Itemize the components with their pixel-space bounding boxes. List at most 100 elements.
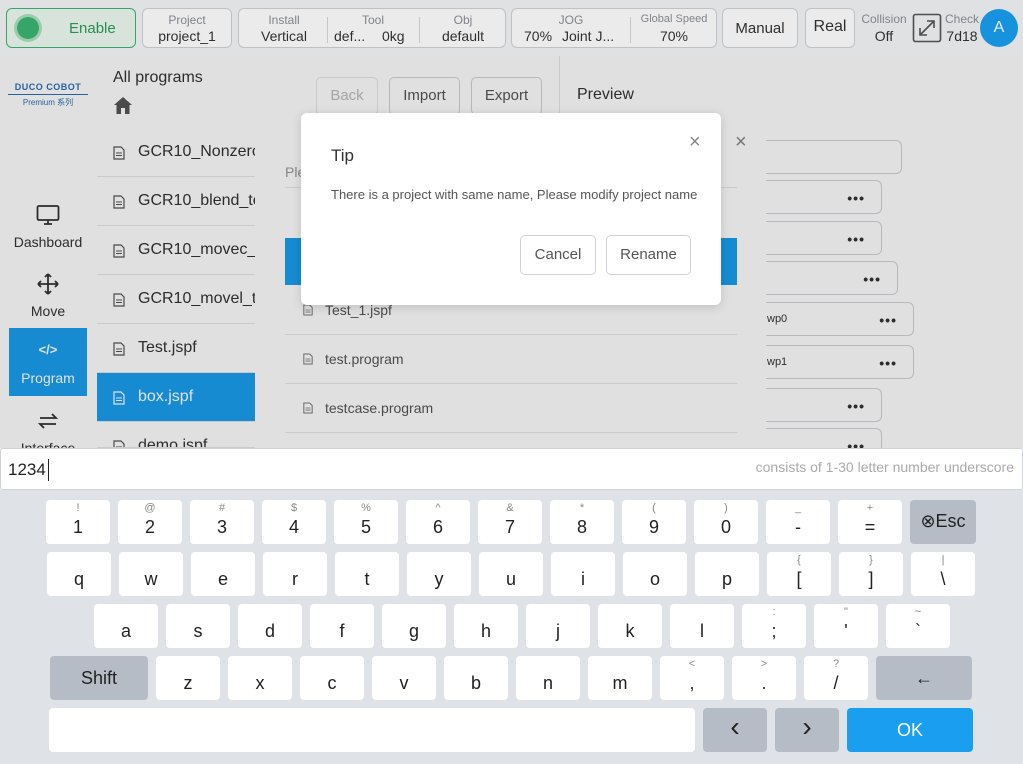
- key[interactable]: y: [407, 552, 471, 596]
- rename-label: Rename: [620, 246, 677, 263]
- key[interactable]: t: [335, 552, 399, 596]
- key[interactable]: w: [119, 552, 183, 596]
- key-label: `: [915, 621, 921, 641]
- key[interactable]: n: [516, 656, 580, 700]
- key[interactable]: l: [670, 604, 734, 648]
- key[interactable]: & 7: [478, 500, 542, 544]
- key-label: p: [721, 569, 732, 589]
- key-shift-symbol: @: [144, 502, 156, 514]
- key-shift-symbol: <: [688, 658, 696, 670]
- key[interactable]: ^ 6: [406, 500, 470, 544]
- key[interactable]: x: [228, 656, 292, 700]
- key-shift-symbol: ?: [832, 658, 840, 670]
- key-label: g: [408, 621, 419, 641]
- key[interactable]: ) 0: [694, 500, 758, 544]
- key-label: l: [700, 621, 704, 641]
- key[interactable]: a: [94, 604, 158, 648]
- key-label: z: [183, 673, 193, 693]
- tip-title: Tip: [331, 146, 354, 165]
- key[interactable]: v: [372, 656, 436, 700]
- key[interactable]: z: [156, 656, 220, 700]
- cursor-right-key[interactable]: ›: [775, 708, 839, 752]
- key[interactable]: h: [454, 604, 518, 648]
- key-label: 3: [216, 517, 227, 537]
- key[interactable]: <,: [660, 656, 724, 700]
- key-shift-symbol: }: [869, 554, 873, 566]
- key[interactable]: }]: [839, 552, 903, 596]
- key[interactable]: {[: [767, 552, 831, 596]
- key-shift-symbol: ^: [435, 502, 441, 514]
- cancel-label: Cancel: [534, 246, 582, 263]
- key-shift-symbol: ): [724, 502, 728, 514]
- rename-button[interactable]: Rename: [606, 235, 691, 275]
- key-shift-symbol: _: [794, 502, 802, 514]
- tip-dialog: Tip × There is a project with same name,…: [301, 113, 721, 305]
- keyboard-input-field[interactable]: 1234 consists of 1-30 letter number unde…: [0, 448, 1023, 490]
- key[interactable]: % 5: [334, 500, 398, 544]
- close-circle-icon: ⊗: [920, 511, 936, 531]
- cursor-right-key-label: ›: [802, 711, 812, 742]
- cursor-left-key-label: ‹: [730, 711, 740, 742]
- key[interactable]: (9: [622, 500, 686, 544]
- key-label: b: [470, 673, 481, 693]
- cancel-button[interactable]: Cancel: [520, 235, 596, 275]
- key[interactable]: c: [300, 656, 364, 700]
- esc-key[interactable]: ⊗Esc: [910, 500, 976, 544]
- key[interactable]: b: [444, 656, 508, 700]
- key[interactable]: m: [588, 656, 652, 700]
- key-label: j: [556, 621, 560, 641]
- key-label: ,: [689, 673, 695, 693]
- key-label: c: [327, 673, 337, 693]
- key[interactable]: f: [310, 604, 374, 648]
- key-label: 4: [288, 517, 299, 537]
- cursor-left-key[interactable]: ‹: [703, 708, 767, 752]
- key-shift-symbol: #: [218, 502, 226, 514]
- key[interactable]: ? /: [804, 656, 868, 700]
- key-shift-symbol: {: [797, 554, 801, 566]
- shift-key-label: Shift: [80, 668, 118, 688]
- key[interactable]: r: [263, 552, 327, 596]
- key[interactable]: #3: [190, 500, 254, 544]
- key[interactable]: d: [238, 604, 302, 648]
- key-label: r: [292, 569, 298, 589]
- input-hint: consists of 1-30 letter number underscor…: [755, 459, 1014, 475]
- key-shift-symbol: %: [361, 502, 371, 514]
- shift-key[interactable]: Shift: [50, 656, 148, 700]
- key-label: ]: [868, 569, 874, 589]
- text-cursor: [48, 459, 49, 481]
- key[interactable]: o: [623, 552, 687, 596]
- key[interactable]: k: [598, 604, 662, 648]
- esc-key-label: ⊗Esc: [910, 511, 976, 532]
- key[interactable]: _ -: [766, 500, 830, 544]
- key[interactable]: ~ `: [886, 604, 950, 648]
- key-label: 6: [432, 517, 443, 537]
- key[interactable]: + =: [838, 500, 902, 544]
- tip-close-icon[interactable]: ×: [689, 131, 701, 154]
- key-shift-symbol: :: [772, 606, 776, 618]
- key[interactable]: | \: [911, 552, 975, 596]
- key-label: ': [844, 621, 848, 641]
- space-key[interactable]: [49, 708, 695, 752]
- key[interactable]: $4: [262, 500, 326, 544]
- key-label: w: [144, 569, 158, 589]
- key[interactable]: :;: [742, 604, 806, 648]
- key[interactable]: ! 1: [46, 500, 110, 544]
- key[interactable]: >.: [732, 656, 796, 700]
- key-label: /: [833, 673, 839, 693]
- key[interactable]: q: [47, 552, 111, 596]
- key[interactable]: j: [526, 604, 590, 648]
- key[interactable]: * 8: [550, 500, 614, 544]
- key[interactable]: e: [191, 552, 255, 596]
- key[interactable]: g: [382, 604, 446, 648]
- key[interactable]: p: [695, 552, 759, 596]
- key[interactable]: @2: [118, 500, 182, 544]
- key-shift-symbol: ~: [914, 606, 922, 618]
- key[interactable]: u: [479, 552, 543, 596]
- ok-key[interactable]: OK: [847, 708, 973, 752]
- key[interactable]: i: [551, 552, 615, 596]
- backspace-key[interactable]: ←: [876, 656, 972, 700]
- key[interactable]: s: [166, 604, 230, 648]
- key-label: 7: [504, 517, 515, 537]
- ok-key-label: OK: [896, 720, 923, 740]
- key[interactable]: " ': [814, 604, 878, 648]
